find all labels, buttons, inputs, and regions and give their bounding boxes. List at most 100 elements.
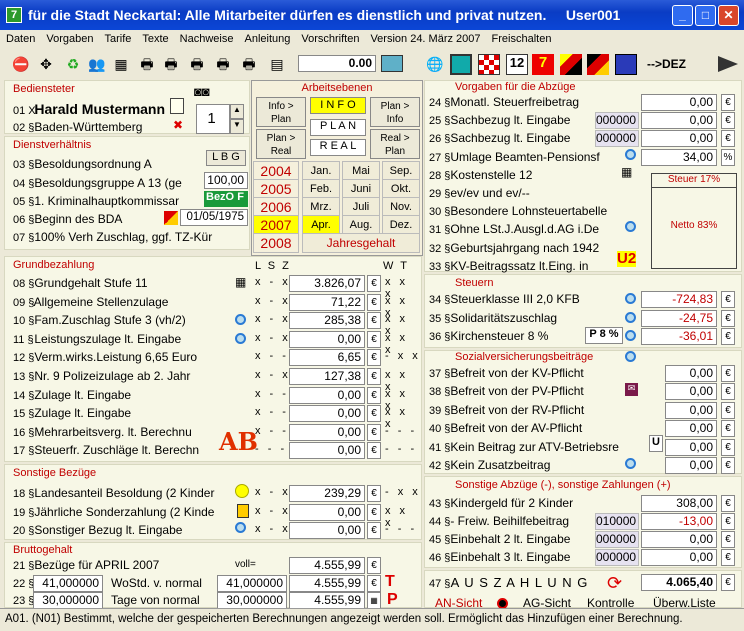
month-okt[interactable]: Okt. (382, 179, 420, 199)
table-icon[interactable]: ▦ (235, 275, 246, 289)
search-icon[interactable] (235, 333, 246, 347)
grid-icon[interactable] (478, 54, 500, 75)
calendar-icon[interactable]: 12 (506, 54, 528, 75)
line-value[interactable]: 127,38 (289, 368, 365, 385)
year-2008[interactable]: 2008 (253, 233, 299, 253)
code-field[interactable]: 000000 (595, 130, 639, 148)
menu-texte[interactable]: Texte (136, 30, 173, 45)
month-nov[interactable]: Nov. (382, 197, 420, 217)
code-field[interactable]: 000000 (595, 531, 639, 548)
notes-icon[interactable]: ▤ (266, 53, 288, 75)
line-value[interactable]: 0,00 (289, 405, 365, 423)
deduction-value[interactable]: 0,00 (641, 549, 717, 566)
move-icon[interactable]: ✥ (35, 53, 57, 75)
line-value[interactable]: 0,00 (289, 442, 365, 460)
percent-field[interactable]: 100,00 (204, 172, 248, 189)
deduction-value[interactable]: -13,00 (641, 513, 717, 530)
code-field[interactable]: 010000 (595, 513, 639, 530)
minimize-button[interactable]: _ (672, 5, 693, 26)
play-icon[interactable] (718, 56, 738, 72)
line-value[interactable]: 71,22 (289, 293, 365, 311)
print3-icon[interactable]: 🖶 (186, 53, 208, 75)
real-button[interactable]: R E A L (310, 139, 366, 156)
vorgabe-value[interactable]: 0,00 (641, 130, 717, 148)
stack-icon[interactable]: ▦ (110, 53, 132, 75)
month-apr[interactable]: Apr. (302, 215, 340, 235)
menu-daten[interactable]: Daten (0, 30, 40, 45)
menu-vorgaben[interactable]: Vorgaben (40, 30, 98, 45)
vorgabe-value[interactable]: 0,00 (641, 94, 717, 111)
search-icon[interactable] (625, 458, 636, 472)
code-field[interactable]: 000000 (595, 112, 639, 130)
counter-up-button[interactable]: ▲ (230, 104, 244, 119)
print2-icon[interactable]: 🖶 (160, 53, 182, 75)
title-bar[interactable]: 7 für die Stadt Neckartal: Alle Mitarbei… (0, 0, 744, 30)
church-tax-badge[interactable]: P 8 % (585, 327, 623, 344)
germany-flag-icon[interactable] (587, 54, 609, 75)
month-mrz[interactable]: Mrz. (302, 197, 340, 217)
pv-icon[interactable]: ✉ (625, 383, 638, 396)
year-2005[interactable]: 2005 (253, 179, 299, 199)
table-icon[interactable]: ▦ (621, 165, 632, 179)
plan-real-button[interactable]: Plan > Real (256, 129, 306, 159)
search-icon[interactable] (625, 221, 636, 235)
wostd-field[interactable]: 41,000000 (33, 575, 103, 592)
search-icon[interactable] (625, 330, 636, 344)
vorgabe-value[interactable]: 0,00 (641, 112, 717, 130)
month-feb[interactable]: Feb. (302, 179, 340, 199)
info-button[interactable]: I N F O (310, 97, 366, 114)
line-value[interactable]: 239,29 (289, 485, 365, 502)
start-date-field[interactable]: 01/05/1975 (180, 209, 248, 226)
deduction-value[interactable]: 308,00 (641, 495, 717, 512)
tage-field[interactable]: 30,000000 (33, 592, 103, 609)
line-value[interactable]: 6,65 (289, 349, 365, 367)
date-icon[interactable] (164, 211, 178, 225)
search-icon[interactable] (235, 314, 246, 328)
menu-version[interactable]: Version 24. März 2007 (364, 30, 485, 45)
sun-icon[interactable] (235, 484, 249, 498)
t-icon[interactable]: T (385, 573, 395, 591)
close-button[interactable]: ✕ (718, 5, 739, 26)
search-icon[interactable] (625, 149, 636, 163)
vorgabe-value[interactable]: 34,00 (641, 148, 717, 166)
record-counter[interactable]: 1 (196, 104, 230, 134)
month-juli[interactable]: Juli (342, 197, 380, 217)
month-jan[interactable]: Jan. (302, 161, 340, 181)
window-icon[interactable] (450, 54, 472, 75)
delete-icon[interactable]: ✖ (173, 118, 183, 132)
ab-icon[interactable]: AB (219, 427, 258, 456)
dez-label[interactable]: -->DEZ (647, 57, 686, 71)
deduction-value[interactable]: 0,00 (641, 531, 717, 548)
plan-button[interactable]: P L A N (310, 119, 366, 136)
month-mai[interactable]: Mai (342, 161, 380, 181)
recalc-icon[interactable]: ⟳ (607, 573, 622, 594)
print5-icon[interactable]: 🖶 (238, 53, 260, 75)
line-value[interactable]: 0,00 (289, 423, 365, 441)
line-value[interactable]: 0,00 (289, 330, 365, 348)
search-icon[interactable] (235, 522, 246, 536)
real-plan-button[interactable]: Real > Plan (370, 129, 420, 159)
month-aug[interactable]: Aug. (342, 215, 380, 235)
u2-icon[interactable]: U2 (617, 251, 637, 267)
lbg-button[interactable]: L B G (206, 150, 246, 166)
code-field[interactable]: 000000 (595, 549, 639, 566)
users-icon[interactable]: 👥 (86, 53, 108, 75)
year-2004[interactable]: 2004 (253, 161, 299, 181)
flag-icon[interactable] (560, 54, 582, 75)
save-icon[interactable] (615, 54, 637, 75)
year-2006[interactable]: 2006 (253, 197, 299, 217)
search-icon[interactable] (625, 293, 636, 307)
refresh-icon[interactable]: ♻ (62, 53, 84, 75)
stop-icon[interactable]: ⛔ (10, 53, 32, 75)
menu-vorschriften[interactable]: Vorschriften (295, 30, 364, 45)
bezo-badge[interactable]: BezO F (204, 191, 248, 207)
line-value[interactable]: 0,00 (289, 522, 365, 540)
p-icon[interactable]: P (387, 591, 398, 609)
jahresgehalt-button[interactable]: Jahresgehalt (302, 233, 420, 253)
search-icon[interactable] (625, 351, 636, 365)
line-value[interactable]: 0,00 (289, 386, 365, 404)
line-value[interactable]: 3.826,07 (289, 275, 365, 292)
atv-badge[interactable]: U (649, 435, 663, 452)
line-value[interactable]: 285,38 (289, 312, 365, 330)
menu-nachweise[interactable]: Nachweise (174, 30, 239, 45)
